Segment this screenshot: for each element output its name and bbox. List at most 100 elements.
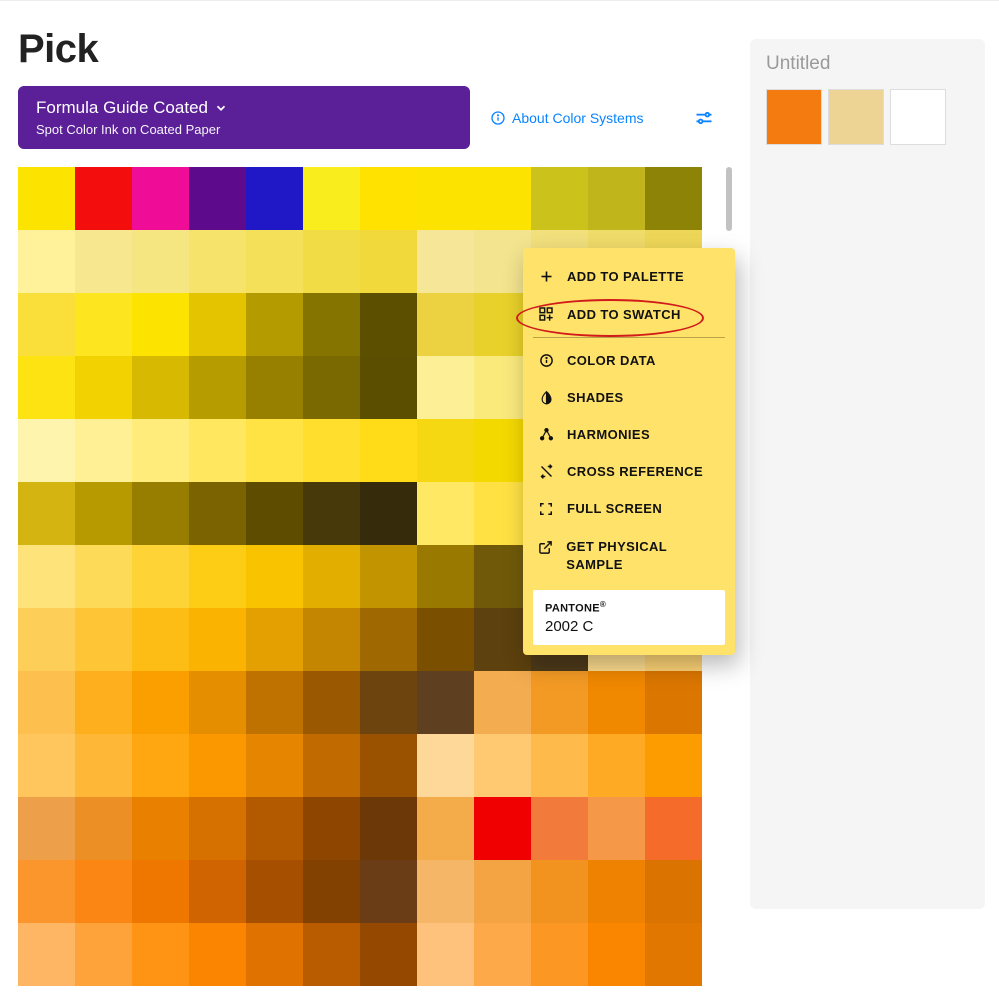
add-to-swatch-button[interactable]: ADD TO SWATCH bbox=[533, 295, 725, 333]
color-cell[interactable] bbox=[588, 797, 645, 860]
color-cell[interactable] bbox=[75, 293, 132, 356]
color-cell[interactable] bbox=[246, 545, 303, 608]
color-cell[interactable] bbox=[246, 293, 303, 356]
color-cell[interactable] bbox=[303, 230, 360, 293]
color-cell[interactable] bbox=[531, 671, 588, 734]
color-cell[interactable] bbox=[18, 734, 75, 797]
color-cell[interactable] bbox=[75, 545, 132, 608]
color-cell[interactable] bbox=[360, 230, 417, 293]
color-cell[interactable] bbox=[417, 356, 474, 419]
color-cell[interactable] bbox=[75, 671, 132, 734]
color-cell[interactable] bbox=[303, 923, 360, 986]
color-cell[interactable] bbox=[18, 356, 75, 419]
color-cell[interactable] bbox=[18, 419, 75, 482]
color-cell[interactable] bbox=[189, 923, 246, 986]
color-cell[interactable] bbox=[75, 860, 132, 923]
color-cell[interactable] bbox=[132, 608, 189, 671]
color-cell[interactable] bbox=[645, 923, 702, 986]
color-cell[interactable] bbox=[246, 734, 303, 797]
color-cell[interactable] bbox=[531, 797, 588, 860]
color-cell[interactable] bbox=[360, 356, 417, 419]
color-cell[interactable] bbox=[531, 167, 588, 230]
color-cell[interactable] bbox=[132, 734, 189, 797]
color-cell[interactable] bbox=[474, 860, 531, 923]
color-cell[interactable] bbox=[360, 167, 417, 230]
color-cell[interactable] bbox=[189, 797, 246, 860]
color-cell[interactable] bbox=[75, 419, 132, 482]
color-cell[interactable] bbox=[417, 923, 474, 986]
add-to-palette-button[interactable]: ADD TO PALETTE bbox=[533, 258, 725, 295]
color-cell[interactable] bbox=[303, 608, 360, 671]
color-cell[interactable] bbox=[588, 923, 645, 986]
color-cell[interactable] bbox=[474, 671, 531, 734]
color-cell[interactable] bbox=[360, 482, 417, 545]
color-cell[interactable] bbox=[18, 923, 75, 986]
color-cell[interactable] bbox=[417, 671, 474, 734]
color-cell[interactable] bbox=[132, 293, 189, 356]
color-cell[interactable] bbox=[360, 923, 417, 986]
color-cell[interactable] bbox=[360, 608, 417, 671]
color-cell[interactable] bbox=[246, 482, 303, 545]
color-cell[interactable] bbox=[246, 671, 303, 734]
color-cell[interactable] bbox=[132, 230, 189, 293]
color-cell[interactable] bbox=[132, 545, 189, 608]
color-cell[interactable] bbox=[360, 671, 417, 734]
color-cell[interactable] bbox=[75, 734, 132, 797]
color-cell[interactable] bbox=[645, 167, 702, 230]
color-cell[interactable] bbox=[588, 671, 645, 734]
color-cell[interactable] bbox=[531, 923, 588, 986]
color-cell[interactable] bbox=[75, 356, 132, 419]
cross-reference-button[interactable]: CROSS REFERENCE bbox=[533, 453, 725, 490]
color-cell[interactable] bbox=[18, 167, 75, 230]
color-cell[interactable] bbox=[132, 482, 189, 545]
color-cell[interactable] bbox=[75, 230, 132, 293]
color-cell[interactable] bbox=[417, 293, 474, 356]
color-cell[interactable] bbox=[246, 923, 303, 986]
color-cell[interactable] bbox=[18, 293, 75, 356]
color-cell[interactable] bbox=[474, 734, 531, 797]
color-cell[interactable] bbox=[360, 545, 417, 608]
color-cell[interactable] bbox=[417, 482, 474, 545]
color-cell[interactable] bbox=[189, 671, 246, 734]
color-cell[interactable] bbox=[645, 860, 702, 923]
color-cell[interactable] bbox=[417, 545, 474, 608]
color-cell[interactable] bbox=[189, 167, 246, 230]
color-cell[interactable] bbox=[246, 419, 303, 482]
color-cell[interactable] bbox=[246, 608, 303, 671]
color-cell[interactable] bbox=[303, 797, 360, 860]
color-cell[interactable] bbox=[360, 293, 417, 356]
color-cell[interactable] bbox=[417, 734, 474, 797]
color-cell[interactable] bbox=[189, 419, 246, 482]
color-cell[interactable] bbox=[75, 797, 132, 860]
color-cell[interactable] bbox=[189, 734, 246, 797]
harmonies-button[interactable]: HARMONIES bbox=[533, 416, 725, 453]
color-cell[interactable] bbox=[189, 230, 246, 293]
color-cell[interactable] bbox=[303, 545, 360, 608]
color-cell[interactable] bbox=[303, 482, 360, 545]
color-cell[interactable] bbox=[303, 167, 360, 230]
color-cell[interactable] bbox=[18, 671, 75, 734]
shades-button[interactable]: SHADES bbox=[533, 379, 725, 416]
color-cell[interactable] bbox=[132, 923, 189, 986]
color-cell[interactable] bbox=[18, 482, 75, 545]
color-cell[interactable] bbox=[360, 860, 417, 923]
palette-swatch[interactable] bbox=[766, 89, 822, 145]
color-cell[interactable] bbox=[75, 923, 132, 986]
color-cell[interactable] bbox=[303, 356, 360, 419]
guide-dropdown[interactable]: Formula Guide Coated Spot Color Ink on C… bbox=[18, 86, 470, 149]
color-cell[interactable] bbox=[588, 860, 645, 923]
color-cell[interactable] bbox=[75, 167, 132, 230]
color-cell[interactable] bbox=[417, 797, 474, 860]
color-cell[interactable] bbox=[417, 419, 474, 482]
filter-settings-button[interactable] bbox=[694, 108, 714, 128]
grid-scrollbar[interactable] bbox=[726, 167, 732, 231]
get-physical-sample-button[interactable]: GET PHYSICAL SAMPLE bbox=[533, 527, 725, 584]
color-cell[interactable] bbox=[18, 230, 75, 293]
color-cell[interactable] bbox=[189, 482, 246, 545]
color-cell[interactable] bbox=[474, 167, 531, 230]
full-screen-button[interactable]: FULL SCREEN bbox=[533, 490, 725, 527]
color-cell[interactable] bbox=[132, 356, 189, 419]
color-cell[interactable] bbox=[189, 293, 246, 356]
color-cell[interactable] bbox=[531, 734, 588, 797]
color-cell[interactable] bbox=[474, 923, 531, 986]
